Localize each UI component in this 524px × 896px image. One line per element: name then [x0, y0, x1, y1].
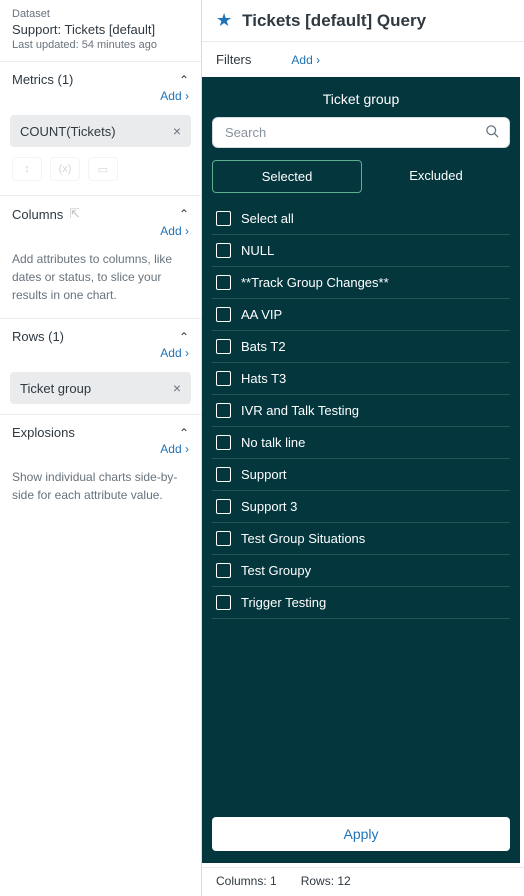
row-chip-label: Ticket group	[20, 381, 91, 396]
list-item[interactable]: Support	[212, 459, 510, 491]
columns-section: Columns ⇱ ⌃ Add Add attributes to columns…	[0, 195, 201, 318]
checkbox-icon[interactable]	[216, 595, 231, 610]
checkbox-icon[interactable]	[216, 467, 231, 482]
search-input[interactable]	[212, 117, 510, 148]
remove-icon[interactable]: ×	[173, 380, 181, 396]
checkbox-icon[interactable]	[216, 435, 231, 450]
page-title: Tickets [default] Query	[242, 11, 426, 31]
metric-chip-label: COUNT(Tickets)	[20, 124, 116, 139]
list-item[interactable]: Bats T2	[212, 331, 510, 363]
list-item-label: Trigger Testing	[241, 595, 326, 610]
checkbox-icon[interactable]	[216, 403, 231, 418]
list-item[interactable]: No talk line	[212, 427, 510, 459]
metrics-header[interactable]: Metrics (1) ⌃	[0, 62, 201, 89]
columns-title: Columns	[12, 207, 63, 222]
dataset-block: Dataset Support: Tickets [default] Last …	[0, 0, 201, 61]
list-item[interactable]: Test Group Situations	[212, 523, 510, 555]
metrics-section: Metrics (1) ⌃ Add COUNT(Tickets) × ↕ (x)…	[0, 61, 201, 195]
explosions-section: Explosions ⌃ Add Show individual charts …	[0, 414, 201, 518]
star-icon[interactable]: ★	[216, 10, 232, 31]
row-chip[interactable]: Ticket group ×	[10, 372, 191, 404]
page-header: ★ Tickets [default] Query	[202, 0, 524, 42]
chevron-up-icon: ⌃	[179, 330, 189, 344]
list-item-label: Hats T3	[241, 371, 286, 386]
dataset-name: Support: Tickets [default]	[12, 22, 189, 37]
list-item[interactable]: AA VIP	[212, 299, 510, 331]
columns-add-link[interactable]: Add	[160, 224, 189, 238]
brackets-icon[interactable]: (x)	[50, 157, 80, 181]
list-item[interactable]: Support 3	[212, 491, 510, 523]
list-item-label: NULL	[241, 243, 274, 258]
sort-icon[interactable]: ↕	[12, 157, 42, 181]
columns-header[interactable]: Columns ⇱ ⌃	[0, 196, 201, 224]
explosions-title: Explosions	[12, 425, 75, 440]
checkbox-icon[interactable]	[216, 275, 231, 290]
apply-button[interactable]: Apply	[212, 817, 510, 851]
chevron-up-icon: ⌃	[179, 426, 189, 440]
metrics-add-link[interactable]: Add	[160, 89, 189, 103]
list-item-label: Test Group Situations	[241, 531, 365, 546]
list-item[interactable]: **Track Group Changes**	[212, 267, 510, 299]
main-area: ★ Tickets [default] Query Filters Add Ti…	[202, 0, 524, 896]
filter-panel: Ticket group Selected Excluded Select al…	[202, 77, 520, 863]
rows-section: Rows (1) ⌃ Add Ticket group ×	[0, 318, 201, 414]
checkbox-icon[interactable]	[216, 371, 231, 386]
rows-add-link[interactable]: Add	[160, 346, 189, 360]
metrics-title: Metrics (1)	[12, 72, 73, 87]
options-list: Select all NULL **Track Group Changes** AA …	[212, 203, 510, 807]
list-item-label: Select all	[241, 211, 294, 226]
checkbox-icon[interactable]	[216, 339, 231, 354]
footer-columns: Columns: 1	[216, 874, 277, 888]
checkbox-icon[interactable]	[216, 563, 231, 578]
list-item-label: Support 3	[241, 499, 297, 514]
explosions-add-link[interactable]: Add	[160, 442, 189, 456]
status-footer: Columns: 1 Rows: 12	[202, 867, 524, 896]
list-item[interactable]: IVR and Talk Testing	[212, 395, 510, 427]
filters-label: Filters	[216, 52, 251, 67]
sidebar: Dataset Support: Tickets [default] Last …	[0, 0, 202, 896]
list-item-label: IVR and Talk Testing	[241, 403, 359, 418]
rows-header[interactable]: Rows (1) ⌃	[0, 319, 201, 346]
panel-title: Ticket group	[212, 87, 510, 117]
checkbox-icon[interactable]	[216, 499, 231, 514]
tab-selected[interactable]: Selected	[212, 160, 362, 193]
list-item[interactable]: Test Groupy	[212, 555, 510, 587]
filters-bar: Filters Add	[202, 42, 524, 77]
chevron-up-icon: ⌃	[179, 207, 189, 221]
metric-chip[interactable]: COUNT(Tickets) ×	[10, 115, 191, 147]
list-item-label: Test Groupy	[241, 563, 311, 578]
checkbox-icon[interactable]	[216, 211, 231, 226]
list-item-label: No talk line	[241, 435, 305, 450]
dataset-updated: Last updated: 54 minutes ago	[12, 39, 189, 51]
tab-excluded[interactable]: Excluded	[362, 160, 510, 193]
columns-hint: Add attributes to columns, like dates or…	[0, 246, 201, 318]
checkbox-icon[interactable]	[216, 307, 231, 322]
remove-icon[interactable]: ×	[173, 123, 181, 139]
list-item-label: **Track Group Changes**	[241, 275, 389, 290]
chevron-up-icon: ⌃	[179, 73, 189, 87]
list-item-label: Support	[241, 467, 287, 482]
list-item[interactable]: Trigger Testing	[212, 587, 510, 619]
search-icon	[485, 124, 500, 142]
panel-tabs: Selected Excluded	[212, 160, 510, 193]
chat-icon[interactable]: ▭	[88, 157, 118, 181]
filters-add-link[interactable]: Add	[291, 53, 320, 67]
format-icon-row: ↕ (x) ▭	[0, 157, 201, 195]
explosions-hint: Show individual charts side-by-side for …	[0, 464, 201, 518]
list-item-label: Bats T2	[241, 339, 286, 354]
explosions-header[interactable]: Explosions ⌃	[0, 415, 201, 442]
list-item-label: AA VIP	[241, 307, 282, 322]
checkbox-icon[interactable]	[216, 531, 231, 546]
footer-rows: Rows: 12	[301, 874, 351, 888]
list-item[interactable]: Hats T3	[212, 363, 510, 395]
rows-title: Rows (1)	[12, 329, 64, 344]
checkbox-icon[interactable]	[216, 243, 231, 258]
pin-icon: ⇱	[69, 206, 80, 222]
dataset-label: Dataset	[12, 8, 189, 20]
list-item[interactable]: Select all	[212, 203, 510, 235]
list-item[interactable]: NULL	[212, 235, 510, 267]
